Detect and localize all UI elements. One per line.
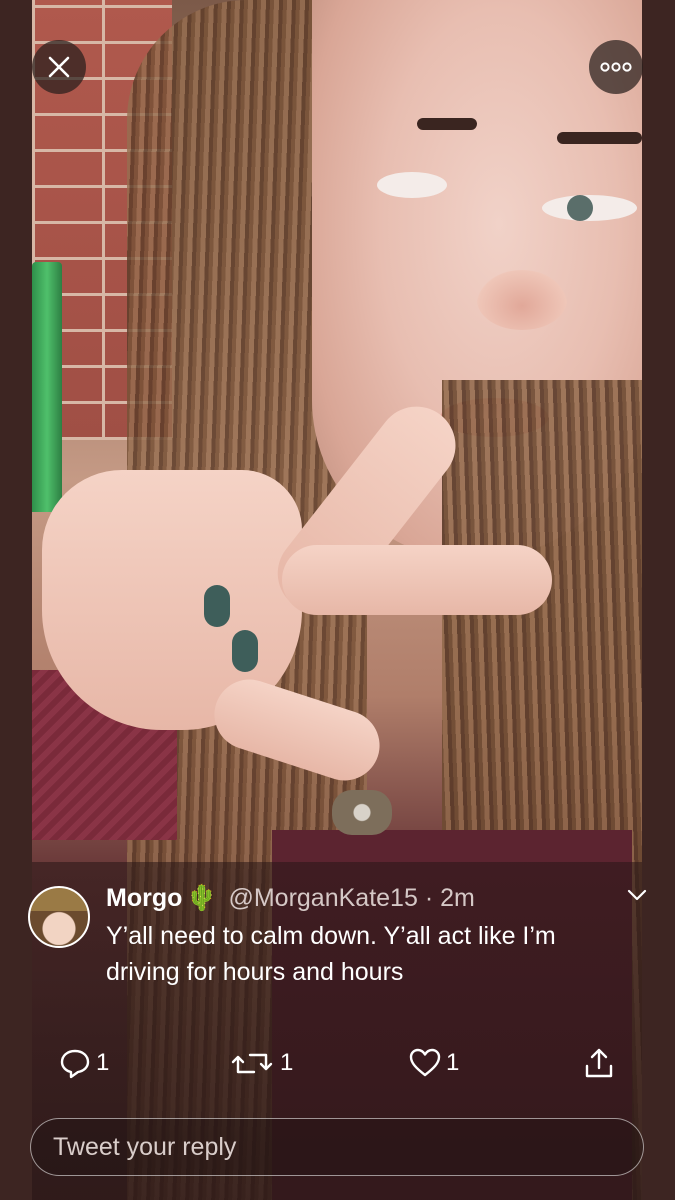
user-handle[interactable]: @MorganKate15 — [228, 884, 417, 912]
like-count: 1 — [446, 1049, 460, 1076]
necklace-pendant — [332, 790, 392, 835]
hand — [32, 300, 552, 790]
share-icon — [585, 1048, 613, 1078]
left-brow — [417, 118, 477, 130]
display-name[interactable]: Morgo — [106, 884, 182, 912]
reply-count: 1 — [96, 1049, 110, 1076]
reply-input[interactable]: Tweet your reply — [30, 1118, 644, 1176]
reply-icon — [60, 1049, 90, 1079]
timestamp: 2m — [440, 884, 475, 912]
retweet-count: 1 — [280, 1049, 294, 1076]
reply-placeholder: Tweet your reply — [53, 1133, 237, 1161]
tweet-body: Morgo 🌵 @MorganKate15 · 2m Y’all need to … — [106, 880, 626, 990]
tweet-text: Y’all need to calm down. Y’all act like … — [106, 922, 556, 986]
cactus-emoji: 🌵 — [186, 884, 218, 912]
share-button[interactable] — [582, 1046, 616, 1080]
close-icon — [48, 56, 70, 78]
tweet-menu-button[interactable] — [626, 888, 648, 907]
retweet-icon — [231, 1053, 273, 1074]
tweet-actions: 1 1 1 — [58, 1046, 618, 1086]
heart-icon — [409, 1048, 441, 1077]
tweet-header: Morgo 🌵 @MorganKate15 · 2m — [106, 880, 626, 916]
more-options-icon — [600, 62, 632, 72]
more-options-button[interactable] — [589, 40, 643, 94]
chevron-down-icon — [627, 889, 647, 901]
avatar[interactable] — [28, 886, 90, 948]
close-button[interactable] — [32, 40, 86, 94]
reply-button[interactable]: 1 — [58, 1046, 109, 1080]
retweet-button[interactable]: 1 — [230, 1046, 293, 1080]
left-eye — [377, 172, 447, 198]
like-button[interactable]: 1 — [408, 1046, 459, 1080]
right-brow — [557, 132, 642, 144]
separator: · — [424, 884, 434, 912]
right-iris — [567, 195, 593, 221]
